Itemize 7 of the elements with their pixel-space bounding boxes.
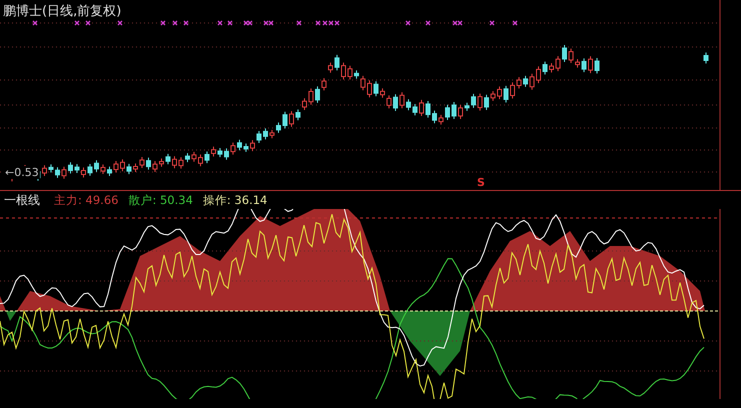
indicator-reading: 主力: 49.66 <box>54 192 118 208</box>
chart-title: 鹏博士(日线,前复权) <box>3 3 122 20</box>
indicator-name: 一根线 <box>4 192 40 208</box>
indicator-reading: 散户: 50.34 <box>128 192 193 208</box>
price-marker: ←0.53 <box>4 166 40 179</box>
indicator-reading: 操作: 36.14 <box>202 192 268 208</box>
sell-signal: S <box>477 176 485 189</box>
